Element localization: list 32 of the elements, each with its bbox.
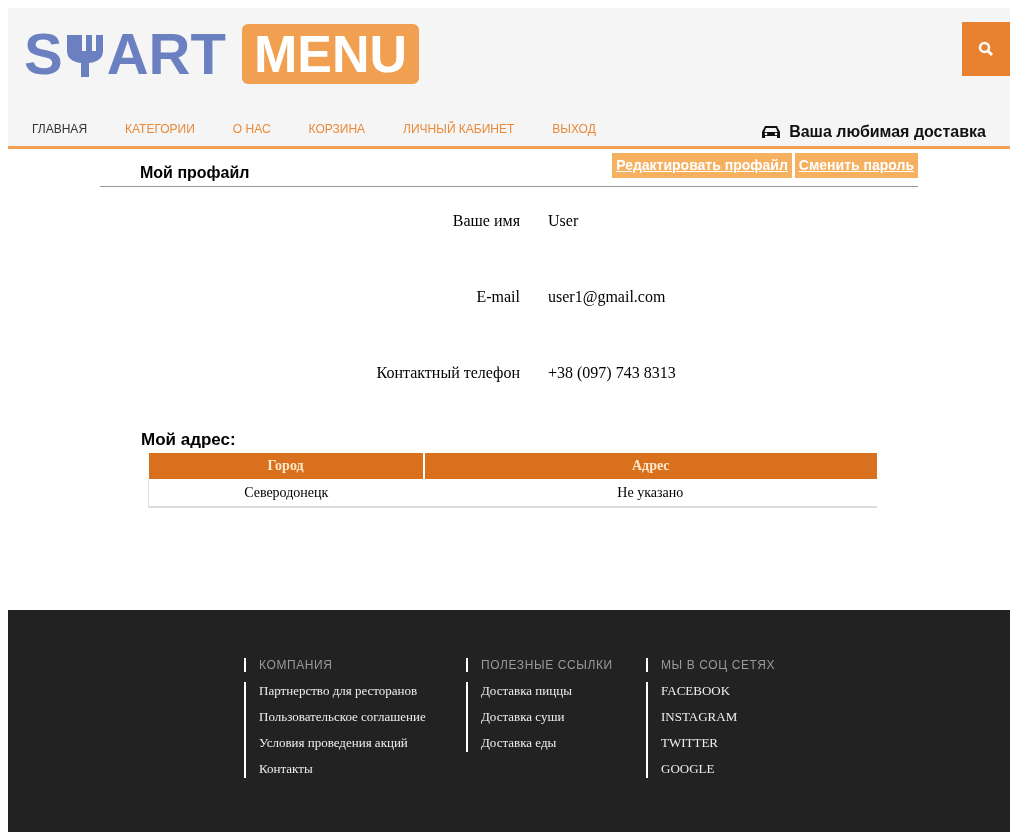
field-label: Контактный телефон: [375, 363, 520, 384]
footer-heading: КОМПАНИЯ: [244, 658, 466, 672]
field-label: Ваше имя: [451, 211, 520, 231]
footer-link[interactable]: INSTAGRAM: [661, 708, 846, 726]
nav-link[interactable]: ГЛАВНАЯ: [32, 120, 88, 138]
footer-link[interactable]: Доставка еды: [481, 734, 646, 752]
footer-heading: ПОЛЕЗНЫЕ ССЫЛКИ: [466, 658, 646, 672]
field-value: user1@gmail.com: [548, 287, 666, 308]
footer-link[interactable]: Условия проведения акций: [259, 734, 466, 752]
footer-link[interactable]: TWITTER: [661, 734, 846, 752]
footer-link[interactable]: Контакты: [259, 760, 466, 778]
column-header: Адрес: [423, 452, 877, 479]
table-cell: Не указано: [423, 478, 877, 507]
field-value: +38 (097) 743 8313: [548, 363, 676, 384]
footer-link[interactable]: Доставка суши: [481, 708, 646, 726]
table-cell: Северодонецк: [148, 478, 424, 507]
field-label: E-mail: [475, 287, 520, 307]
footer-link[interactable]: Партнерство для ресторанов: [259, 682, 466, 700]
footer-link[interactable]: FACEBOOK: [661, 682, 846, 700]
field-value: User: [548, 211, 579, 231]
footer-link[interactable]: GOOGLE: [661, 760, 846, 778]
section-title: Мой адрес:: [141, 429, 237, 451]
tagline: Ваша любимая доставка: [789, 122, 986, 142]
logo[interactable]: S ART MENU: [24, 24, 419, 84]
search-icon: [978, 41, 994, 57]
footer-link[interactable]: Доставка пиццы: [481, 682, 646, 700]
footer-heading: МЫ В СОЦ СЕТЯХ: [646, 658, 846, 672]
car-icon: [761, 124, 782, 140]
section-title: Мой профайл: [140, 163, 250, 183]
footer-link[interactable]: Пользовательское соглашение: [259, 708, 466, 726]
search-button[interactable]: [962, 22, 1010, 76]
column-header: Город: [148, 452, 424, 479]
